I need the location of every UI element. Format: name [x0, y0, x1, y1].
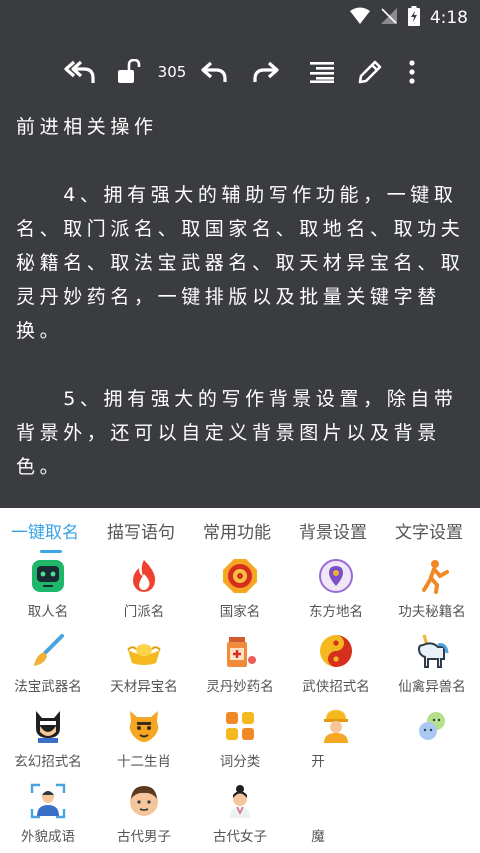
gold-ingot-icon: [126, 633, 162, 669]
medicine-bottle-icon: [222, 633, 258, 669]
item-label: 法宝武器名: [14, 679, 82, 695]
item-label: 取人名: [27, 604, 69, 620]
redo-icon: [252, 60, 280, 84]
flame-icon: [126, 558, 162, 594]
tab-common[interactable]: 常用功能: [203, 518, 271, 543]
item-label: 东方地名: [309, 604, 363, 620]
item-label: 开: [311, 754, 325, 770]
no-signal-icon: [380, 7, 398, 29]
undo-all-icon: [64, 58, 96, 86]
undo-all-button[interactable]: [60, 52, 100, 92]
tab-indicator: [40, 550, 62, 553]
unlock-button[interactable]: [113, 52, 145, 92]
worker-icon: [318, 708, 354, 744]
martial-artist-icon: [414, 558, 450, 594]
paragraph: 前进相关操作: [16, 116, 158, 138]
tiger-icon: [126, 708, 162, 744]
edit-count: 305: [157, 63, 187, 81]
more-button[interactable]: [398, 52, 426, 92]
item-label: 玄幻招式名: [14, 754, 82, 770]
balls-icon: [414, 708, 450, 744]
item-label: 门派名: [123, 604, 165, 620]
function-grid: 取人名 门派名 国家名 东方地名 功夫秘籍名 法宝武器名 天材异宝名 灵丹妙药名…: [0, 554, 480, 853]
item-zodiac[interactable]: 十二生肖: [96, 704, 192, 778]
robot-face-icon: [30, 558, 66, 594]
item-kai[interactable]: 开: [288, 704, 384, 778]
unlock-icon: [117, 59, 141, 85]
item-country-name[interactable]: 国家名: [192, 554, 288, 628]
tab-description[interactable]: 描写语句: [107, 518, 175, 543]
status-bar: 4:18: [0, 0, 480, 34]
item-label: 古代男子: [117, 829, 171, 845]
unicorn-icon: [414, 633, 450, 669]
item-label: 外貌成语: [21, 829, 75, 845]
redo-button[interactable]: [248, 52, 284, 92]
item-label: 十二生肖: [117, 754, 171, 770]
item-beast-name[interactable]: 仙禽异兽名: [384, 629, 480, 703]
item-move-name[interactable]: 武侠招式名: [288, 629, 384, 703]
undo-icon: [200, 60, 228, 84]
tab-bar: 一键取名 描写语句 常用功能 背景设置 文字设置: [0, 508, 480, 554]
item-weapon-name[interactable]: 法宝武器名: [0, 629, 96, 703]
item-label: 魔: [311, 829, 325, 845]
yin-yang-icon: [318, 633, 354, 669]
paragraph: 5、拥有强大的写作背景设置，除自带背景外，还可以自定义背景图片以及背景色。: [16, 388, 458, 478]
editor-toolbar: 305: [0, 52, 480, 92]
battery-charging-icon: [407, 6, 420, 30]
face-scan-icon: [30, 783, 66, 819]
masked-hero-icon: [30, 708, 66, 744]
categories-icon: [222, 708, 258, 744]
undo-button[interactable]: [196, 52, 232, 92]
align-lines-icon: [306, 61, 334, 83]
more-vert-icon: [408, 60, 416, 84]
item-ancient-man[interactable]: 古代男子: [96, 779, 192, 853]
edit-button[interactable]: [352, 52, 388, 92]
item-appearance-idiom[interactable]: 外貌成语: [0, 779, 96, 853]
format-button[interactable]: [302, 52, 338, 92]
item-medicine-name[interactable]: 灵丹妙药名: [192, 629, 288, 703]
item-label: 灵丹妙药名: [206, 679, 274, 695]
pencil-icon: [357, 59, 383, 85]
editor-panel[interactable]: 4:18 305 前进相关操作 4、拥有强大的辅助写作功能，一键取名、取门派名、…: [0, 0, 480, 508]
item-label: 国家名: [219, 604, 261, 620]
item-person-name[interactable]: 取人名: [0, 554, 96, 628]
wifi-icon: [349, 7, 370, 29]
tab-background[interactable]: 背景设置: [299, 518, 367, 543]
editor-text[interactable]: 前进相关操作 4、拥有强大的辅助写作功能，一键取名、取门派名、取国家名、取地名、…: [16, 110, 468, 484]
item-treasure-name[interactable]: 天材异宝名: [96, 629, 192, 703]
medallion-icon: [222, 558, 258, 594]
brush-icon: [30, 633, 66, 669]
item-label: 武侠招式名: [302, 679, 370, 695]
tab-quick-naming[interactable]: 一键取名: [11, 518, 79, 543]
item-kungfu-name[interactable]: 功夫秘籍名: [384, 554, 480, 628]
item-fantasy-move-name[interactable]: 玄幻招式名: [0, 704, 96, 778]
item-balls[interactable]: [384, 704, 480, 778]
item-mo[interactable]: 魔: [288, 779, 384, 853]
man-face-icon: [126, 783, 162, 819]
item-place-name[interactable]: 东方地名: [288, 554, 384, 628]
status-time: 4:18: [429, 8, 468, 28]
location-pin-icon: [318, 558, 354, 594]
tab-text-settings[interactable]: 文字设置: [395, 518, 463, 543]
item-sect-name[interactable]: 门派名: [96, 554, 192, 628]
item-label: 功夫秘籍名: [398, 604, 466, 620]
item-label: 天材异宝名: [110, 679, 178, 695]
paragraph: 4、拥有强大的辅助写作功能，一键取名、取门派名、取国家名、取地名、取功夫秘籍名、…: [16, 184, 465, 342]
item-label: 仙禽异兽名: [398, 679, 466, 695]
woman-face-icon: [222, 783, 258, 819]
